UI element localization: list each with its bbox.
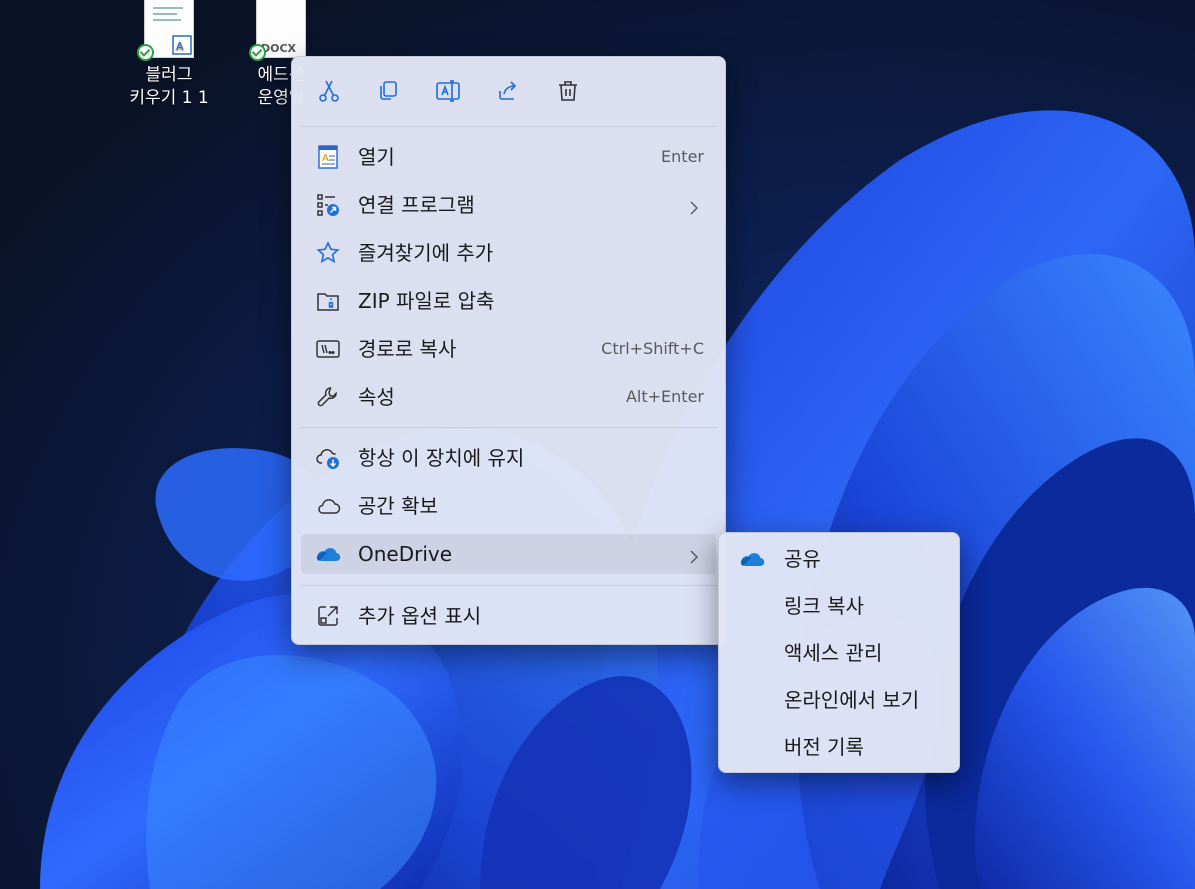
menu-item-label: 연결 프로그램 [358, 193, 475, 217]
cloud-download-icon [315, 446, 341, 470]
menu-item-label: 속성 [358, 385, 395, 409]
delete-button[interactable] [550, 77, 586, 109]
desktop-file-blog[interactable]: A 블러그 키우기 1 1 [119, 0, 219, 110]
menu-item-add-favorites[interactable]: 즐겨찾기에 추가 [301, 233, 716, 273]
svg-text:A: A [176, 40, 184, 53]
menu-item-compress-zip[interactable]: ZIP 파일로 압축 [301, 281, 716, 321]
menu-item-copy-path[interactable]: 경로로 복사 Ctrl+Shift+C [301, 329, 716, 369]
menu-item-open[interactable]: A 열기 Enter [301, 137, 716, 177]
submenu-item-label: 온라인에서 보기 [784, 688, 920, 712]
submenu-item-manage-access[interactable]: 액세스 관리 [725, 632, 953, 674]
sync-status-icon [137, 44, 154, 61]
cloud-icon [315, 494, 341, 518]
trash-icon [556, 79, 580, 107]
sync-status-icon [249, 44, 266, 61]
menu-item-shortcut: Alt+Enter [625, 387, 704, 406]
star-icon [315, 241, 341, 265]
zip-folder-icon [315, 289, 341, 313]
submenu-item-label: 공유 [784, 547, 821, 571]
menu-item-properties[interactable]: 속성 Alt+Enter [301, 377, 716, 417]
submenu-item-view-online[interactable]: 온라인에서 보기 [725, 679, 953, 721]
menu-item-label: 열기 [358, 145, 395, 169]
submenu-item-label: 버전 기록 [784, 735, 864, 759]
chevron-right-icon [686, 546, 702, 564]
document-icon: A [315, 145, 341, 169]
menu-divider [300, 585, 717, 586]
menu-item-label: 경로로 복사 [358, 337, 457, 361]
onedrive-icon [739, 547, 765, 571]
scissors-icon [317, 79, 341, 107]
share-icon [496, 79, 520, 107]
submenu-item-copy-link[interactable]: 링크 복사 [725, 585, 953, 627]
menu-item-shortcut: Ctrl+Shift+C [601, 339, 704, 358]
wrench-icon [315, 385, 341, 409]
cut-button[interactable] [311, 77, 347, 109]
menu-item-shortcut: Enter [661, 147, 704, 166]
menu-item-label: 즐겨찾기에 추가 [358, 241, 494, 265]
menu-divider [300, 126, 717, 127]
submenu-item-label: 액세스 관리 [784, 641, 883, 665]
submenu-item-share[interactable]: 공유 [725, 538, 953, 580]
onedrive-submenu: 공유 링크 복사 액세스 관리 온라인에서 보기 버전 기록 [718, 532, 960, 773]
docx-file-icon: DOCX [249, 0, 306, 61]
rename-icon [435, 79, 461, 107]
context-menu-toolbar [292, 57, 725, 127]
onedrive-icon [315, 542, 341, 566]
open-with-icon [315, 193, 341, 217]
menu-item-free-up-space[interactable]: 공간 확보 [301, 486, 716, 526]
svg-text:A: A [322, 153, 329, 164]
submenu-item-version-history[interactable]: 버전 기록 [725, 726, 953, 768]
menu-item-onedrive[interactable]: OneDrive [301, 534, 716, 574]
chevron-right-icon [686, 197, 702, 215]
rename-button[interactable] [430, 77, 466, 109]
share-button[interactable] [490, 77, 526, 109]
menu-item-label: 추가 옵션 표시 [358, 604, 482, 628]
menu-item-label: 항상 이 장치에 유지 [358, 446, 525, 470]
menu-divider [300, 427, 717, 428]
more-options-icon [315, 604, 341, 628]
file-type-tag: DOCX [261, 42, 297, 55]
document-thumbnail-icon: A [137, 0, 194, 61]
menu-item-show-more-options[interactable]: 추가 옵션 표시 [301, 596, 716, 636]
menu-item-label: ZIP 파일로 압축 [358, 289, 495, 313]
desktop-file-label: 블러그 키우기 1 1 [129, 65, 209, 108]
menu-item-label: 공간 확보 [358, 494, 438, 518]
menu-item-keep-on-device[interactable]: 항상 이 장치에 유지 [301, 438, 716, 478]
submenu-item-label: 링크 복사 [784, 594, 864, 618]
context-menu: A 열기 Enter 연결 프로그램 즐겨찾기에 추가 ZIP 파일로 압축 경… [291, 56, 726, 645]
menu-item-open-with[interactable]: 연결 프로그램 [301, 185, 716, 225]
copy-icon [376, 79, 400, 107]
menu-item-label: OneDrive [358, 542, 453, 566]
copy-button[interactable] [370, 77, 406, 109]
copy-path-icon [315, 337, 341, 361]
